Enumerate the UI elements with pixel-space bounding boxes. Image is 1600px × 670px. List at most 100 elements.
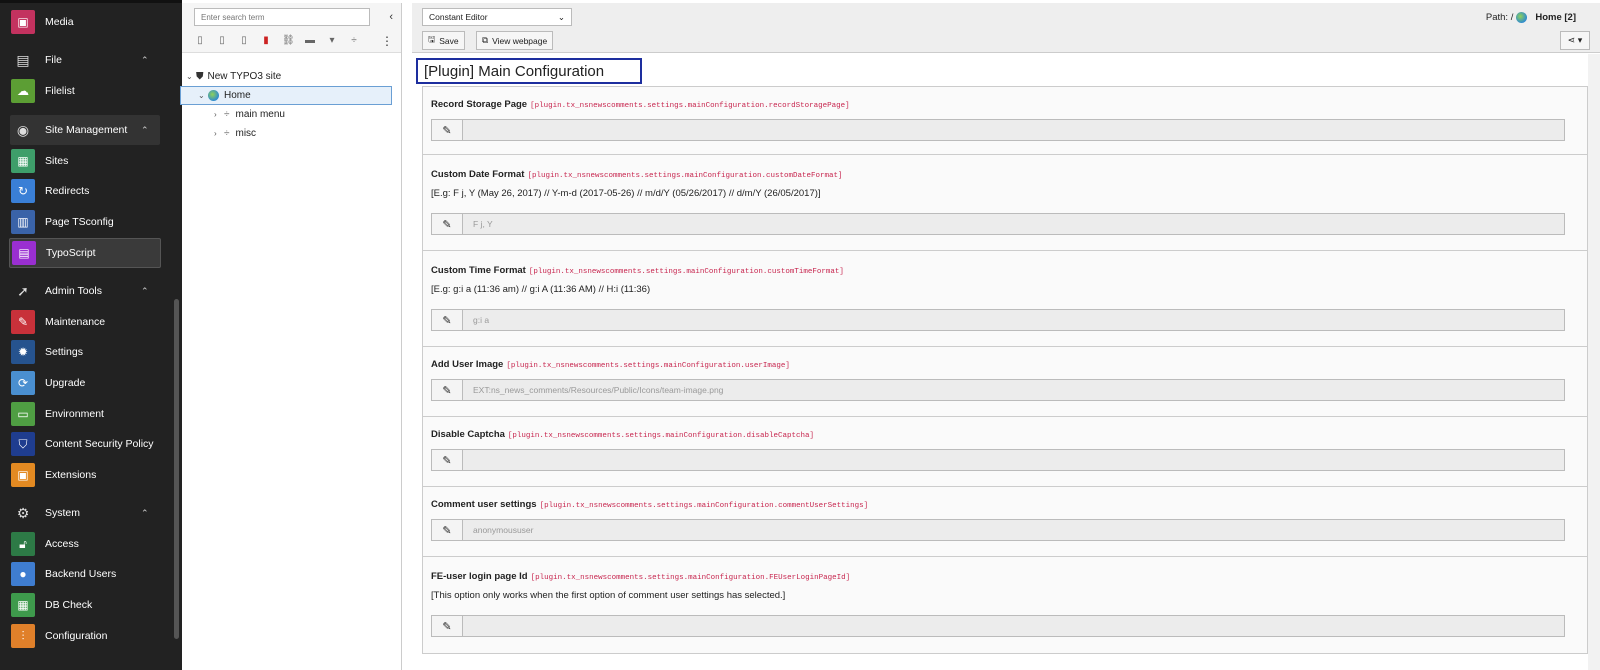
path-page[interactable]: Home [2] — [1535, 12, 1576, 23]
module-upgrade[interactable]: ⟳ Upgrade — [0, 368, 170, 398]
tree-node-label: main menu — [235, 109, 285, 120]
module-label: Maintenance — [45, 316, 106, 328]
tree-new-page-tools: ▯ ▯ ▯ ▮ ⛓ ▬ ▾ ÷ — [194, 35, 360, 46]
tree-node-main-menu[interactable]: › ÷ main menu — [182, 105, 402, 124]
module-content-security-policy[interactable]: ⛉ Content Security Policy — [0, 429, 170, 459]
globe-icon: ◉ — [16, 121, 30, 138]
sites-icon: ▦ — [11, 149, 35, 173]
module-group-label: File — [45, 54, 62, 66]
content-area: Constant Editor ⌄ 🖫︎ Save ⧉ View webpage… — [412, 3, 1600, 670]
constant-key: [plugin.tx_nsnewscomments.settings.mainC… — [530, 574, 851, 582]
module-label: Sites — [45, 155, 69, 167]
module-label: Backend Users — [45, 568, 117, 580]
module-settings[interactable]: ✹ Settings — [0, 337, 170, 367]
extensions-icon: ▣ — [11, 463, 35, 487]
db-check-icon: ▦ — [11, 593, 35, 617]
module-group-label: Admin Tools — [45, 285, 103, 297]
constant-description: [E.g: g:i a (11:36 am) // g:i A (11:36 A… — [431, 284, 651, 295]
view-webpage-label: View webpage — [492, 35, 548, 46]
module-db-check[interactable]: ▦ DB Check — [0, 590, 170, 620]
module-extensions[interactable]: ▣ Extensions — [0, 460, 170, 490]
module-label: Page TSconfig — [45, 216, 114, 228]
constant-editor: [Plugin] Main Configuration Record Stora… — [412, 54, 1588, 670]
edit-pencil-icon[interactable]: ✎ — [431, 519, 463, 541]
tree-search-input[interactable] — [194, 8, 370, 26]
tree-node-label: Home — [224, 90, 251, 101]
typo3-site-icon: ⛊ — [196, 71, 204, 82]
module-sites[interactable]: ▦ Sites — [0, 146, 170, 176]
constant-title: Comment user settings [plugin.tx_nsnewsco… — [431, 499, 868, 510]
constants-list: Record Storage Page [plugin.tx_nsnewscomm… — [422, 86, 1588, 654]
module-configuration[interactable]: ⫶ Configuration — [0, 621, 170, 651]
edit-pencil-icon[interactable]: ✎ — [431, 213, 463, 235]
module-group-admin-tools[interactable]: ➚ Admin Tools ⌃ — [0, 276, 170, 306]
constant-title-text: Comment user settings — [431, 499, 537, 510]
constant-value — [463, 119, 1565, 141]
share-button[interactable]: ⋖ ▾ — [1560, 31, 1590, 50]
module-label: TypoScript — [46, 247, 96, 259]
module-group-file[interactable]: ▤ File ⌃ — [0, 45, 170, 75]
globe-icon — [1516, 12, 1528, 23]
new-link-icon[interactable]: ⛓ — [282, 35, 295, 46]
new-page-type-icon[interactable]: ▯ — [216, 35, 228, 46]
tree-node-home[interactable]: ⌄ Home — [180, 86, 392, 105]
module-group-site-management[interactable]: ◉ Site Management ⌃ — [10, 115, 160, 145]
filelist-icon: ☁ — [11, 79, 35, 103]
module-backend-users[interactable]: ● Backend Users — [0, 559, 170, 589]
module-typoscript[interactable]: ▤ TypoScript — [9, 238, 161, 268]
chevron-down-icon[interactable]: ⌄ — [198, 91, 208, 100]
module-label: Upgrade — [45, 377, 86, 389]
access-icon: 🔓︎ — [11, 532, 35, 556]
more-options-icon[interactable]: ⋮ — [381, 34, 393, 48]
chevron-right-icon[interactable]: › — [214, 129, 224, 138]
new-mountpoint-icon[interactable]: ▮ — [260, 35, 272, 46]
collapse-tree-icon[interactable]: ‹ — [389, 11, 393, 23]
module-environment[interactable]: ▭ Environment — [0, 399, 170, 429]
edit-pencil-icon[interactable]: ✎ — [431, 379, 463, 401]
constant-key: [plugin.tx_nsnewscomments.settings.mainC… — [539, 502, 869, 510]
module-maintenance[interactable]: ✎ Maintenance — [0, 307, 170, 337]
module-access[interactable]: 🔓︎ Access — [0, 529, 170, 559]
constant-value — [463, 449, 1565, 471]
constant-key: [plugin.tx_nsnewscomments.settings.mainC… — [506, 362, 790, 370]
constant-title: Add User Image [plugin.tx_nsnewscomments.… — [431, 359, 790, 370]
settings-icon: ✹ — [11, 340, 35, 364]
chevron-right-icon[interactable]: › — [214, 110, 224, 119]
new-separator-icon[interactable]: ÷ — [348, 35, 360, 46]
separator-icon: ÷ — [224, 128, 230, 139]
module-menu-scrollbar[interactable] — [174, 299, 179, 639]
module-media[interactable]: ▣ Media — [0, 7, 170, 37]
new-shortcut-icon[interactable]: ▯ — [238, 35, 250, 46]
module-filelist[interactable]: ☁ Filelist — [0, 76, 170, 106]
tree-node-misc[interactable]: › ÷ misc — [182, 124, 402, 143]
constant-title: Disable Captcha [plugin.tx_nsnewscomments… — [431, 429, 814, 440]
constant-field: ✎ F j, Y — [431, 213, 1565, 235]
content-scrollbar[interactable] — [1588, 54, 1600, 670]
module-label: Extensions — [45, 469, 97, 481]
tree-node-root[interactable]: ⌄ ⛊ New TYPO3 site — [186, 67, 406, 86]
trash-icon[interactable]: ▾ — [326, 35, 338, 46]
save-button[interactable]: 🖫︎ Save — [422, 31, 465, 50]
constant-title-text: Add User Image — [431, 359, 504, 370]
separator-icon: ÷ — [224, 109, 230, 120]
chevron-up-icon: ⌃ — [141, 124, 149, 135]
module-redirects[interactable]: ↻ Redirects — [0, 176, 170, 206]
constant-title-text: Custom Date Format — [431, 169, 525, 180]
edit-pencil-icon[interactable]: ✎ — [431, 119, 463, 141]
new-page-icon[interactable]: ▯ — [194, 35, 206, 46]
module-group-system[interactable]: ⚙ System ⌃ — [0, 498, 170, 528]
constant-title-text: FE-user login page Id — [431, 571, 528, 582]
constant-field: ✎ EXT:ns_news_comments/Resources/Public/… — [431, 379, 1565, 401]
module-page-tsconfig[interactable]: ▥ Page TSconfig — [0, 207, 170, 237]
chevron-down-icon[interactable]: ⌄ — [186, 72, 196, 81]
view-webpage-button[interactable]: ⧉ View webpage — [476, 31, 554, 50]
new-folder-icon[interactable]: ▬ — [304, 35, 316, 46]
constant-title: FE-user login page Id [plugin.tx_nsnewsco… — [431, 571, 850, 582]
edit-pencil-icon[interactable]: ✎ — [431, 615, 463, 637]
constant-value: g:i a — [463, 309, 1565, 331]
function-select[interactable]: Constant Editor ⌄ — [422, 8, 572, 26]
module-label: Content Security Policy — [45, 438, 154, 450]
typoscript-icon: ▤ — [12, 241, 36, 265]
edit-pencil-icon[interactable]: ✎ — [431, 309, 463, 331]
edit-pencil-icon[interactable]: ✎ — [431, 449, 463, 471]
